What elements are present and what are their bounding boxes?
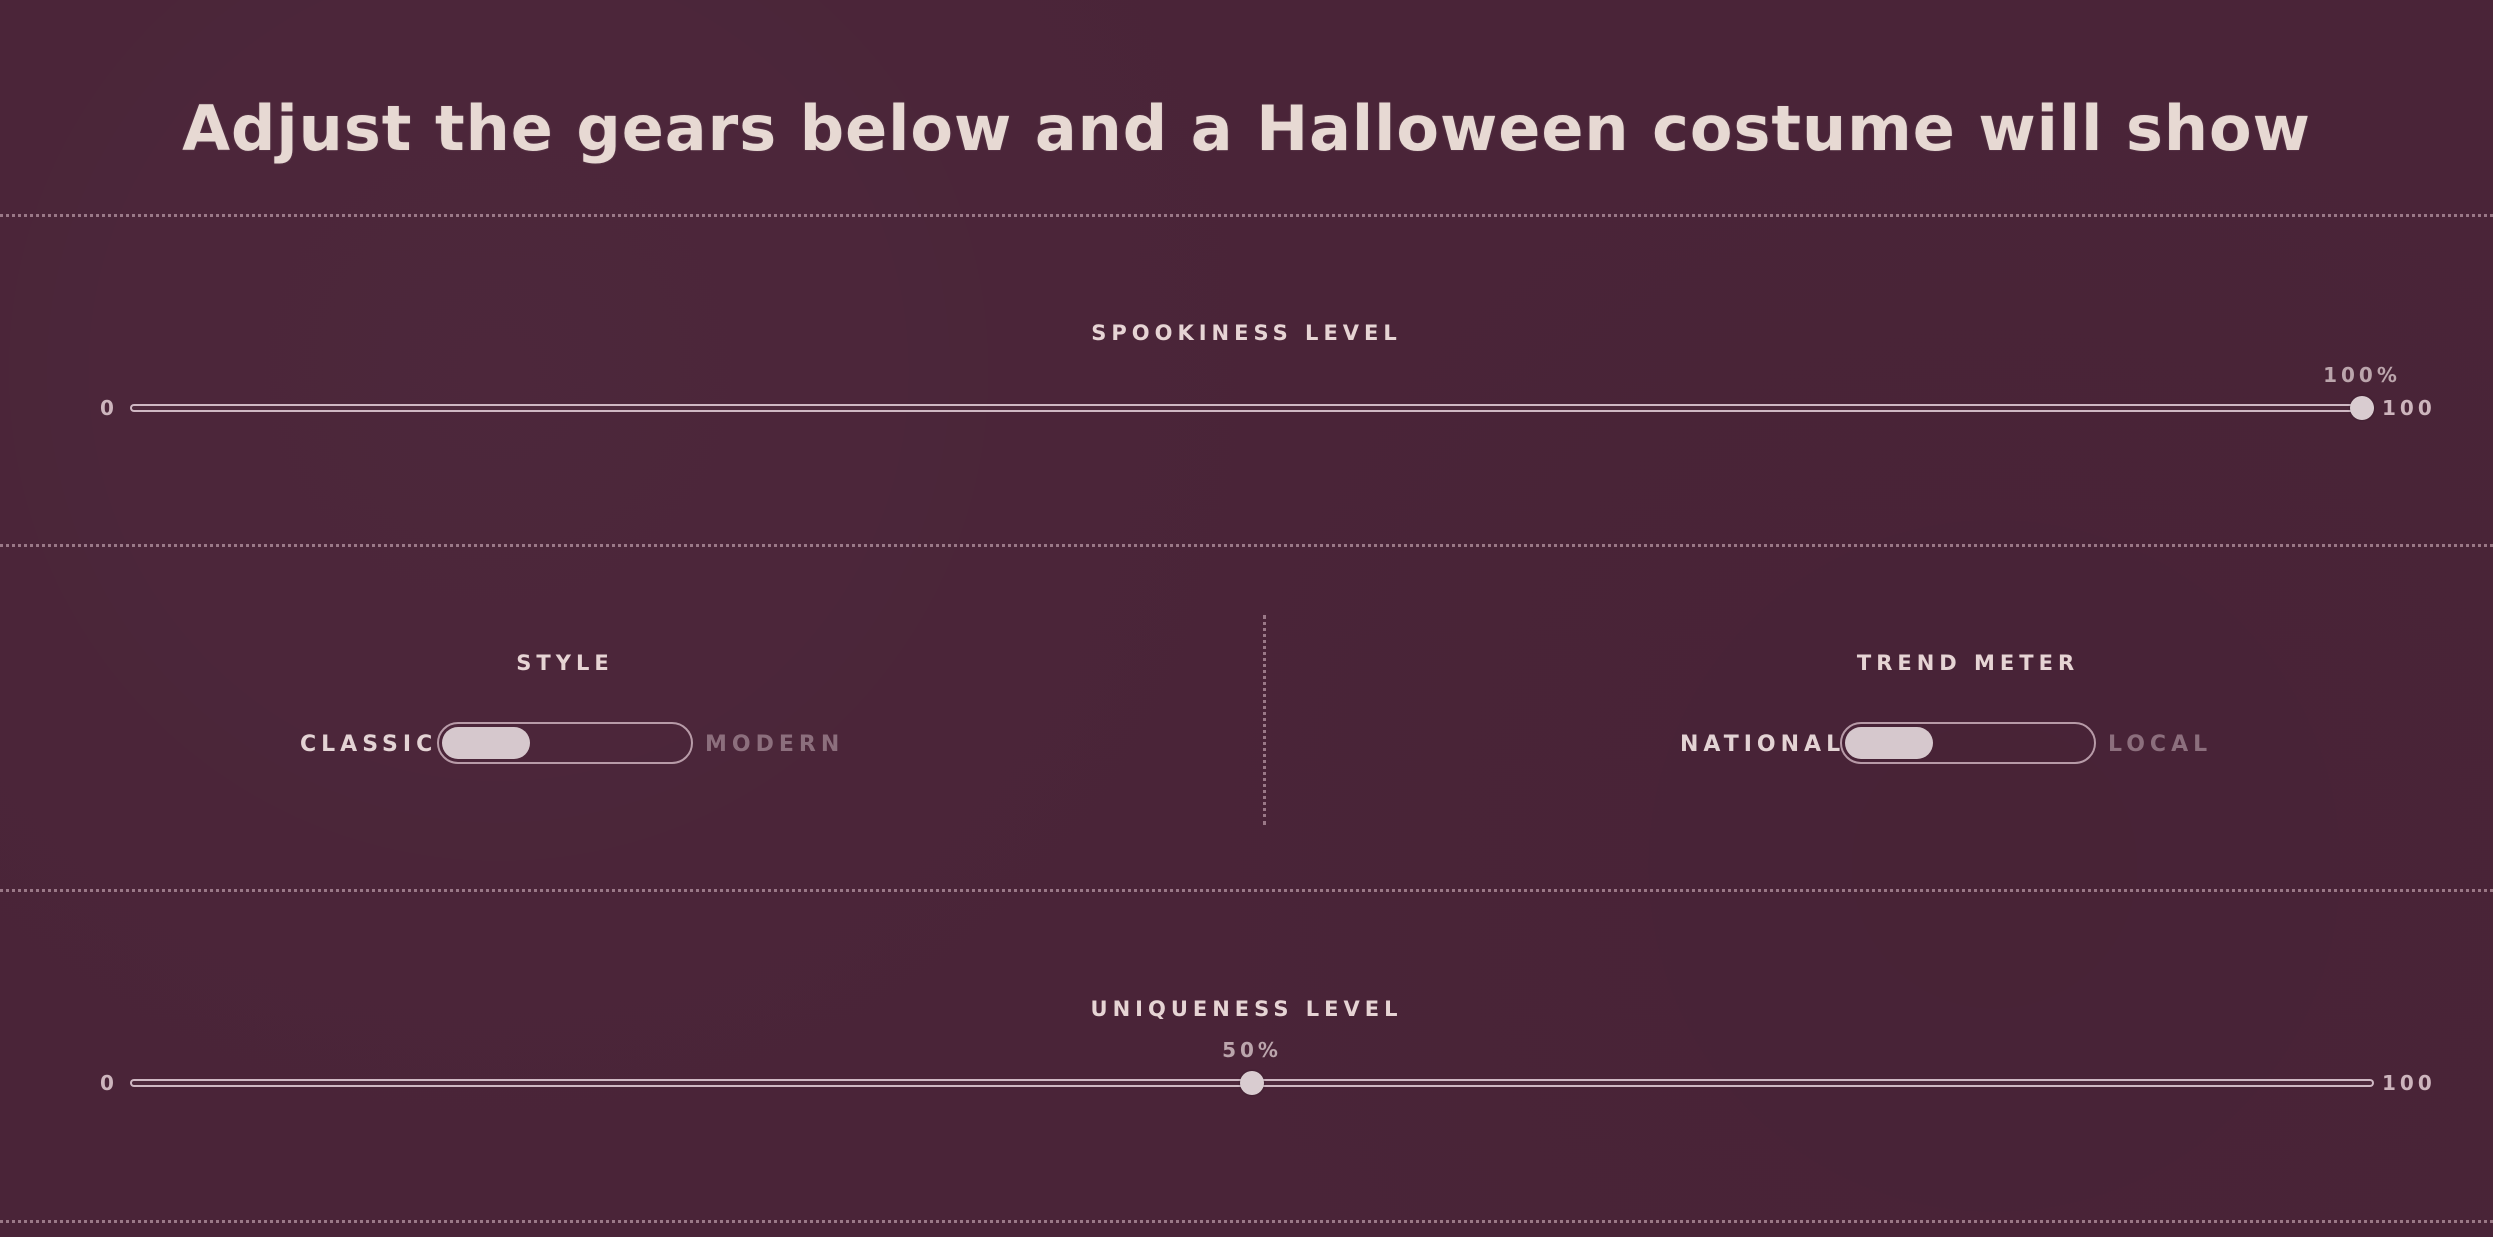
spookiness-slider-thumb[interactable]	[2350, 396, 2374, 420]
spookiness-max-label: 100	[2382, 396, 2436, 420]
divider-top	[0, 214, 2493, 217]
uniqueness-min-label: 0	[100, 1071, 118, 1095]
page-title: Adjust the gears below and a Halloween c…	[182, 92, 2311, 165]
style-toggle[interactable]	[437, 722, 693, 764]
spookiness-slider-track[interactable]	[130, 404, 2374, 412]
divider-bottom	[0, 1220, 2493, 1223]
style-toggle-knob	[442, 727, 530, 759]
spookiness-value-label: 100%	[2323, 363, 2401, 387]
uniqueness-slider-thumb[interactable]	[1240, 1071, 1264, 1095]
vertical-divider	[1263, 615, 1266, 825]
divider-middle-bottom	[0, 889, 2493, 892]
style-option-classic[interactable]: CLASSIC	[300, 732, 437, 757]
trend-option-local[interactable]: LOCAL	[2108, 732, 2212, 757]
trend-toggle-knob	[1845, 727, 1933, 759]
trend-toggle[interactable]	[1840, 722, 2096, 764]
uniqueness-max-label: 100	[2382, 1071, 2436, 1095]
spookiness-min-label: 0	[100, 396, 118, 420]
trend-option-national[interactable]: NATIONAL	[1680, 732, 1845, 757]
trend-meter-label: TREND METER	[1856, 651, 2080, 675]
style-label: STYLE	[516, 651, 614, 675]
style-option-modern[interactable]: MODERN	[705, 732, 844, 757]
spookiness-label: SPOOKINESS LEVEL	[1091, 321, 1402, 345]
divider-middle-top	[0, 544, 2493, 547]
uniqueness-label: UNIQUENESS LEVEL	[1090, 997, 1403, 1021]
uniqueness-value-label: 50%	[1222, 1038, 1282, 1062]
